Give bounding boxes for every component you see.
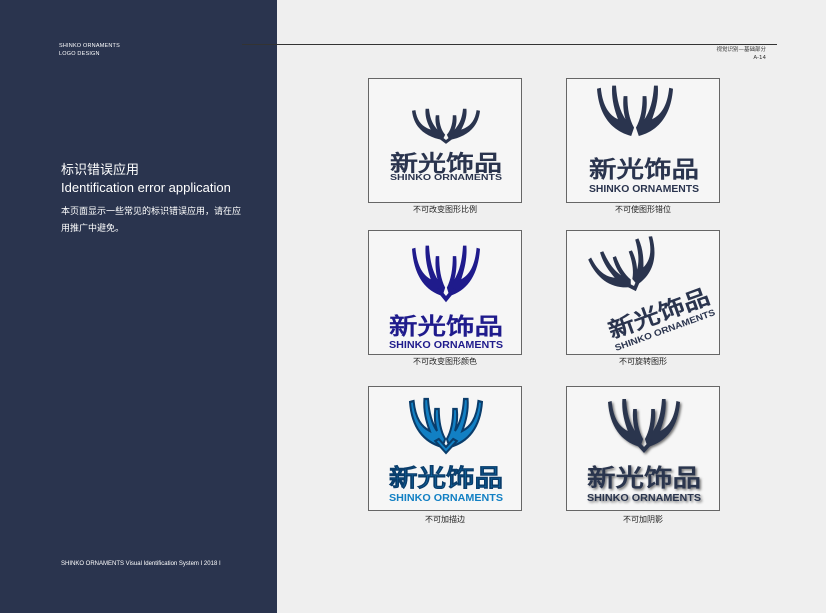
- antler-icon: [588, 236, 655, 292]
- logo-cn-text: 新光饰品: [587, 464, 701, 492]
- logo-en-text: SHINKO ORNAMENTS: [589, 184, 699, 195]
- logo-rotated: 新光饰品 SHINKO ORNAMENTS: [588, 236, 716, 353]
- section-description: 本页面显示一些常见的标识错误应用，请在应用推广中避免。: [61, 207, 242, 234]
- example-card-color: 新光饰品 SHINKO ORNAMENTS: [368, 230, 522, 355]
- logo-stroked: 新光饰品 SHINKO ORNAMENTS: [389, 397, 503, 504]
- caption-1: 不可改变图形比例: [413, 205, 477, 214]
- logo-en-text: SHINKO ORNAMENTS: [587, 493, 701, 504]
- example-card-aspect: 新光饰品 SHINKO ORNAMENTS: [368, 78, 522, 203]
- header-label: 视觉识别—基础部分 A-14: [716, 46, 766, 62]
- logo-recolored: 新光饰品 SHINKO ORNAMENTS: [389, 245, 503, 351]
- brand-block: SHINKO ORNAMENTS LOGO DESIGN: [59, 42, 120, 58]
- header-rule: [242, 44, 777, 45]
- example-card-rotated: 新光饰品 SHINKO ORNAMENTS: [566, 230, 720, 355]
- page-number: A-14: [753, 55, 766, 61]
- example-card-stroke: 新光饰品 SHINKO ORNAMENTS: [368, 386, 522, 511]
- antler-icon: [608, 399, 680, 453]
- section-title-cn: 标识错误应用: [61, 163, 140, 178]
- section-title-en: Identification error application: [61, 180, 231, 195]
- caption-6: 不可加阴影: [623, 515, 663, 524]
- example-card-misaligned: 新光饰品 SHINKO ORNAMENTS: [566, 78, 720, 203]
- caption-4: 不可旋转图形: [619, 357, 667, 366]
- logo-shadowed: 新光饰品 SHINKO ORNAMENTS: [587, 399, 701, 504]
- caption-3: 不可改变图形颜色: [413, 357, 477, 366]
- logo-cn-text: 新光饰品: [389, 464, 503, 492]
- logo-misaligned: 新光饰品 SHINKO ORNAMENTS: [589, 85, 699, 195]
- antler-icon: [412, 108, 480, 144]
- sidebar: SHINKO ORNAMENTS LOGO DESIGN 标识错误应用 Iden…: [0, 0, 277, 613]
- brand-name: SHINKO ORNAMENTS: [59, 43, 120, 49]
- caption-2: 不可使图形错位: [615, 205, 671, 214]
- logo-cn-text: 新光饰品: [389, 313, 503, 340]
- example-card-shadow: 新光饰品 SHINKO ORNAMENTS: [566, 386, 720, 511]
- antler-icon: [597, 85, 673, 136]
- section-name: 视觉识别—基础部分: [716, 47, 766, 53]
- antler-icon: [408, 397, 484, 455]
- logo-en-text: SHINKO ORNAMENTS: [390, 173, 503, 182]
- antler-icon: [412, 245, 480, 303]
- caption-5: 不可加描边: [425, 515, 465, 524]
- logo-distorted: 新光饰品 SHINKO ORNAMENTS: [390, 108, 503, 182]
- footer-text: SHINKO ORNAMENTS Visual Identification S…: [61, 561, 221, 567]
- logo-en-text: SHINKO ORNAMENTS: [389, 340, 503, 351]
- logo-cn-text: 新光饰品: [589, 156, 699, 183]
- logo-en-text: SHINKO ORNAMENTS: [389, 493, 503, 504]
- brand-subtitle: LOGO DESIGN: [59, 51, 100, 57]
